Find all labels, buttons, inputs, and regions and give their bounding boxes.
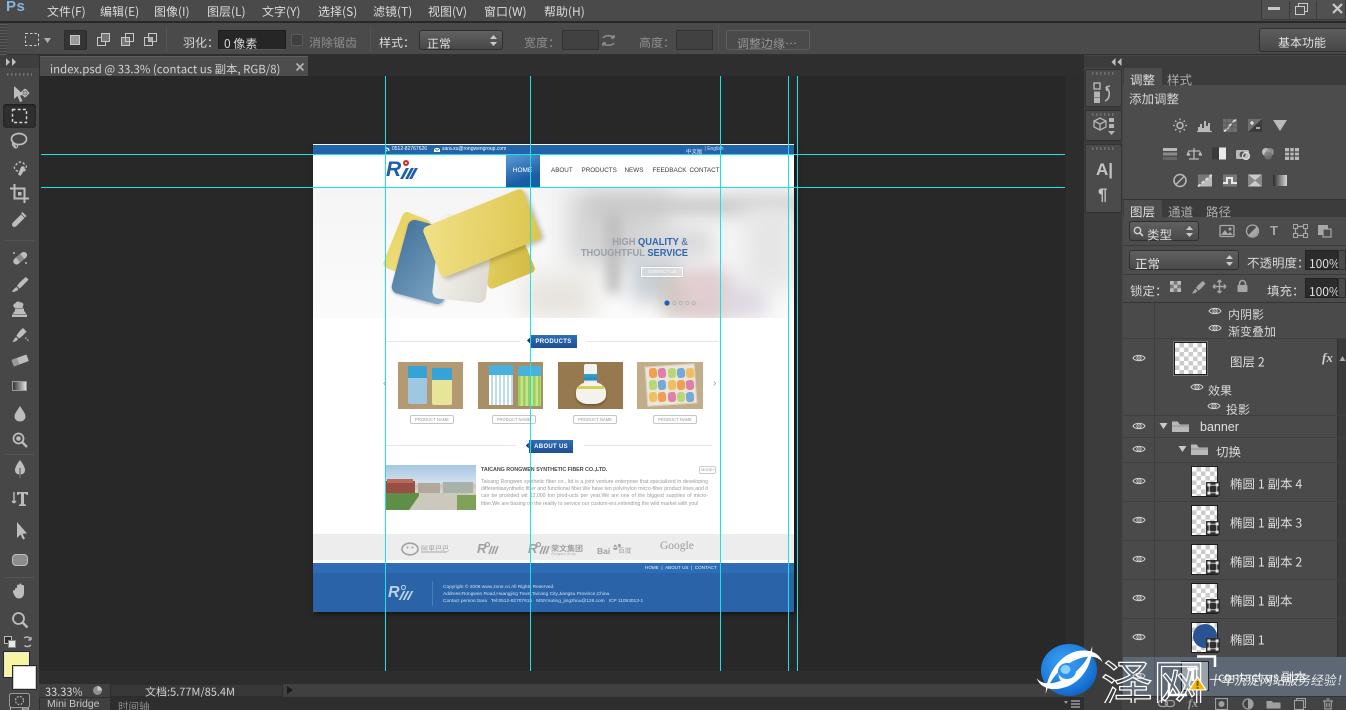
svg-text:Bai: Bai [597, 546, 610, 556]
